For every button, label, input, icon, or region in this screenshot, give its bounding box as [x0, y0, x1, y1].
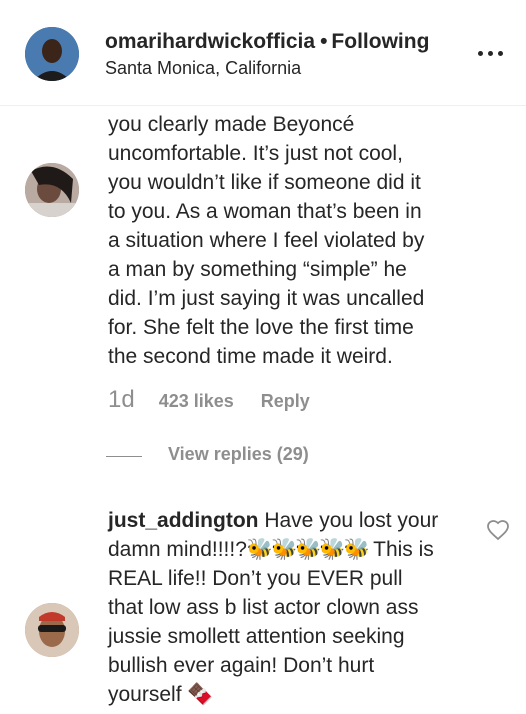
comment-line: damn mind!!!!?🐝🐝🐝🐝🐝 This is	[108, 535, 488, 564]
commenter-avatar-image	[25, 163, 79, 217]
comment-line: you clearly made Beyoncé	[108, 113, 355, 136]
comment-line: a man by something “simple” he	[108, 258, 407, 281]
comment-line: you wouldn’t like if someone did it	[108, 171, 421, 194]
post-header: omarihardwickofficia • Following Santa Mon…	[0, 0, 526, 106]
replies-divider	[106, 456, 142, 457]
comment-line: jussie smollett attention seeking	[108, 625, 405, 648]
comment-line-text: yourself	[108, 683, 188, 706]
header-user-line: omarihardwickofficia • Following	[105, 30, 429, 54]
likes-count[interactable]: 423 likes	[159, 391, 234, 411]
commenter-avatar-image	[25, 603, 79, 657]
reply-button[interactable]: Reply	[261, 391, 310, 411]
comment-line-text: Have you lost your	[258, 509, 439, 532]
comment-line: that low ass b list actor clown ass	[108, 596, 419, 619]
comment-line: REAL life!! Don’t you EVER pull	[108, 567, 403, 590]
poster-avatar[interactable]	[25, 27, 79, 81]
post-location[interactable]: Santa Monica, California	[105, 58, 301, 79]
comment-timestamp[interactable]: 1d	[108, 386, 135, 413]
comment-line: for. She felt the love the first time	[108, 316, 414, 339]
commenter-avatar[interactable]	[25, 163, 79, 217]
comment-line-text: This is	[367, 538, 434, 561]
comment-text: just_addington Have you lost your damn m…	[108, 506, 488, 709]
comment-line: just_addington Have you lost your	[108, 506, 488, 535]
commenter-avatar[interactable]	[25, 603, 79, 657]
view-replies-button[interactable]: View replies (29)	[168, 444, 309, 465]
comment-line: a situation where I feel violated by	[108, 229, 425, 252]
comment-line: bullish ever again! Don’t hurt	[108, 654, 375, 677]
poster-username[interactable]: omarihardwickofficia	[105, 30, 315, 53]
comment-line: yourself 🍫	[108, 680, 488, 709]
following-button[interactable]: Following	[331, 30, 429, 53]
commenter-username[interactable]: just_addington	[108, 509, 259, 532]
more-options-icon[interactable]	[474, 44, 508, 64]
comment-text: you clearly made Beyoncé uncomfortable. …	[108, 110, 488, 371]
comment-line: the second time made it weird.	[108, 345, 393, 368]
comment-meta: 1d 423 likes Reply	[108, 386, 310, 414]
bee-emoji: 🐝🐝🐝🐝🐝	[246, 538, 370, 561]
header-separator: •	[320, 30, 328, 53]
comment-line: uncomfortable. It’s just not cool,	[108, 142, 403, 165]
comment-line: did. I’m just saying it was uncalled	[108, 287, 425, 310]
comment-line: to you. As a woman that’s been in	[108, 200, 422, 223]
comment-line-text: damn mind!!!!?	[108, 538, 247, 561]
like-heart-icon[interactable]	[486, 518, 510, 542]
emoji: 🍫	[187, 683, 214, 706]
poster-avatar-image	[25, 27, 79, 81]
